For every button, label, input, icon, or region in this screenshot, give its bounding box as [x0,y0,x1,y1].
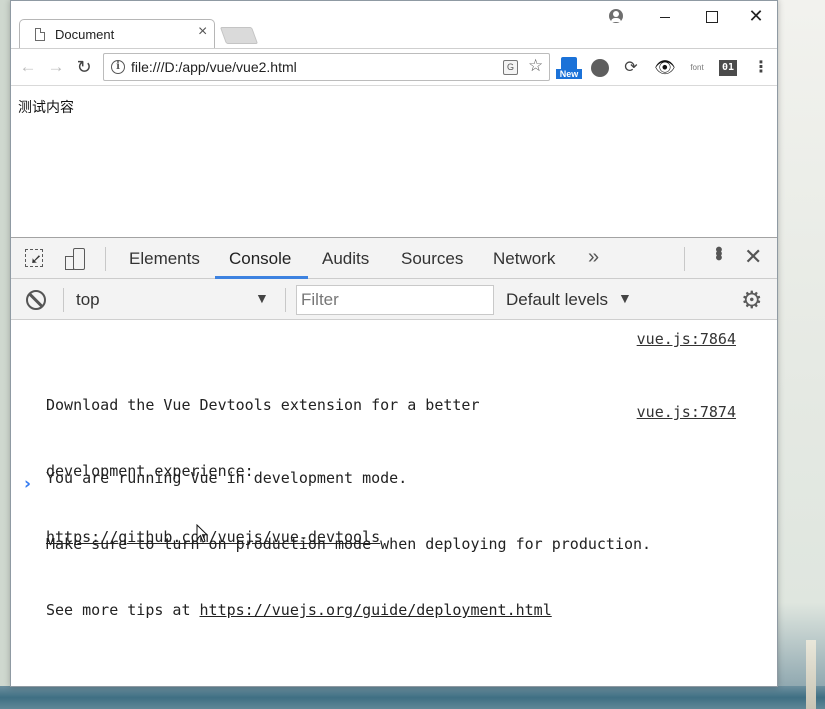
title-bar: Document × ✕ [11,1,777,48]
toolbar-divider [684,247,685,271]
message-line: See more tips at [46,601,200,619]
chevron-down-icon[interactable]: ▼ [255,290,269,306]
forward-arrow-icon[interactable]: → [45,56,67,78]
toolbar-divider [63,288,64,312]
gear-icon[interactable]: ⚙ [741,286,763,315]
devtools-panel: Elements Console Audits Sources Network … [11,237,777,686]
extension-round-icon[interactable] [591,59,609,77]
extension-font-icon[interactable]: font [685,59,709,77]
toolbar-divider [285,288,286,312]
console-message: vue.js:7874 You are running Vue in devel… [46,401,736,665]
desktop-wallpaper-bottom [0,686,825,709]
browser-tab[interactable]: Document × [19,19,215,48]
browser-menu-icon[interactable]: ⋮ [752,59,770,77]
console-output: vue.js:7864 Download the Vue Devtools ex… [11,320,777,686]
page-viewport: 测试内容 [11,86,777,237]
maximize-button[interactable] [693,3,729,29]
minimize-button[interactable] [647,3,683,29]
browser-window: Document × ✕ ← → ↻ i file:///D:/app/vue/… [10,0,778,687]
wallpaper-post [806,640,816,709]
page-content-text: 测试内容 [18,100,74,116]
tab-elements[interactable]: Elements [129,249,200,269]
devtools-menu-icon[interactable]: ••• [706,246,729,258]
document-icon [35,28,45,41]
new-tab-button[interactable] [219,27,259,44]
tab-network[interactable]: Network [493,249,555,269]
tab-title: Document [55,27,115,42]
bookmark-star-icon[interactable]: ☆ [528,56,543,76]
message-link[interactable]: https://vuejs.org/guide/deployment.html [200,601,552,619]
info-icon[interactable]: i [111,60,125,74]
tab-close-icon[interactable]: × [198,23,207,41]
profile-icon[interactable] [609,9,623,23]
extension-01-icon[interactable]: 01 [719,60,737,76]
back-arrow-icon[interactable]: ← [17,56,39,78]
clear-console-icon[interactable] [26,290,46,310]
mouse-cursor-icon [196,524,209,543]
translate-icon[interactable]: G [503,60,518,75]
more-tabs-icon[interactable]: » [588,246,599,269]
toolbar-divider [105,247,106,271]
devtools-close-icon[interactable]: ✕ [744,244,762,270]
extension-new-icon[interactable]: New [556,57,582,79]
address-bar[interactable]: i file:///D:/app/vue/vue2.html G ☆ [103,53,550,81]
message-source-link[interactable]: vue.js:7874 [637,401,736,423]
log-levels-dropdown[interactable]: Default levels [506,290,608,310]
desktop-wallpaper [778,0,825,709]
browser-toolbar: ← → ↻ i file:///D:/app/vue/vue2.html G ☆… [11,48,777,86]
devtools-tab-bar: Elements Console Audits Sources Network … [11,238,777,279]
message-source-link[interactable]: vue.js:7864 [637,328,736,350]
url-text[interactable]: file:///D:/app/vue/vue2.html [131,59,297,75]
tab-audits[interactable]: Audits [322,249,369,269]
tab-sources[interactable]: Sources [401,249,463,269]
extension-sync-icon[interactable]: ⟳ [622,59,640,77]
message-line: You are running Vue in development mode. [46,469,408,487]
console-prompt-icon[interactable]: › [24,474,31,494]
window-close-button[interactable]: ✕ [738,3,774,29]
context-selector[interactable]: top [76,290,100,310]
console-filter-bar: top ▼ Default levels ▼ ⚙ [11,279,777,320]
extension-eye-icon[interactable]: 👁 [654,59,676,77]
chevron-down-icon[interactable]: ▼ [618,290,632,306]
filter-input[interactable] [296,285,494,315]
device-toolbar-icon[interactable] [65,248,85,270]
inspect-element-icon[interactable] [25,249,43,267]
tab-console[interactable]: Console [229,249,291,269]
message-line: Make sure to turn on production mode whe… [46,535,652,553]
reload-icon[interactable]: ↻ [73,56,95,78]
